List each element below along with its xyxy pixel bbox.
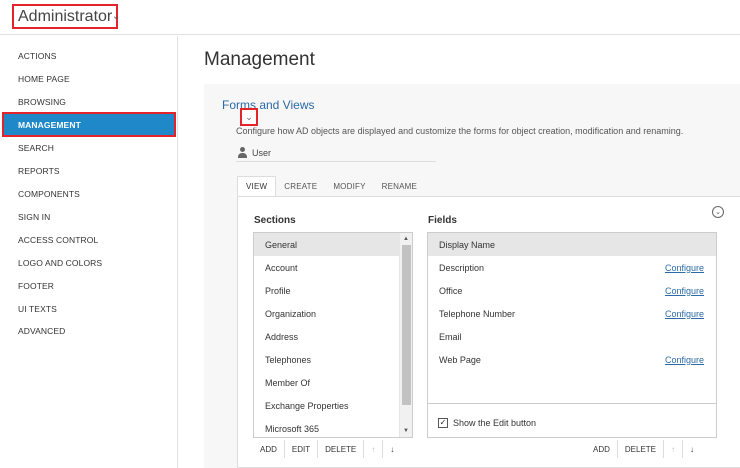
view-card: ⌄ Sections Fields General Account Profil… bbox=[237, 196, 740, 468]
field-row[interactable]: Display Name bbox=[428, 233, 716, 256]
tab-modify[interactable]: MODIFY bbox=[325, 176, 373, 196]
section-actions: ADD EDIT DELETE ↑ ↓ bbox=[253, 440, 401, 458]
move-down-icon[interactable]: ↓ bbox=[683, 440, 701, 458]
list-item[interactable]: Microsoft 365 bbox=[254, 417, 400, 437]
object-type-select[interactable]: User bbox=[236, 144, 436, 162]
list-item[interactable]: Profile bbox=[254, 279, 400, 302]
sections-list[interactable]: General Account Profile Organization Add… bbox=[253, 232, 413, 438]
field-label: Display Name bbox=[439, 239, 496, 250]
fields-heading: Fields bbox=[428, 215, 457, 226]
page-title: Management bbox=[204, 49, 315, 70]
field-label: Email bbox=[439, 331, 462, 342]
tab-view[interactable]: VIEW bbox=[237, 176, 277, 196]
field-row[interactable]: Description Configure bbox=[428, 256, 716, 279]
sidebar-item-footer[interactable]: FOOTER bbox=[0, 274, 178, 297]
configure-link[interactable]: Configure bbox=[665, 355, 704, 365]
sidebar-item-sign-in[interactable]: SIGN IN bbox=[0, 205, 178, 228]
sidebar: ACTIONS HOME PAGE BROWSING MANAGEMENT SE… bbox=[0, 36, 178, 468]
object-type-value: User bbox=[252, 148, 272, 158]
fields-list[interactable]: Display Name Description Configure Offic… bbox=[427, 232, 717, 404]
sidebar-item-browsing[interactable]: BROWSING bbox=[0, 90, 178, 113]
sidebar-item-ui-texts[interactable]: UI TEXTS bbox=[0, 297, 178, 320]
top-bar: Administrator ⌄ bbox=[0, 0, 740, 35]
sidebar-item-reports[interactable]: REPORTS bbox=[0, 159, 178, 182]
sidebar-item-search[interactable]: SEARCH bbox=[0, 136, 178, 159]
move-up-icon[interactable]: ↑ bbox=[664, 440, 684, 458]
panel-title: Forms and Views bbox=[222, 98, 315, 112]
role-label: Administrator bbox=[18, 7, 113, 25]
list-item[interactable]: Member Of bbox=[254, 371, 400, 394]
field-label: Web Page bbox=[439, 354, 481, 365]
move-up-icon[interactable]: ↑ bbox=[364, 440, 384, 458]
main-content: Management Forms and Views Configure how… bbox=[179, 36, 740, 468]
tab-rename[interactable]: RENAME bbox=[374, 176, 425, 196]
move-down-icon[interactable]: ↓ bbox=[383, 440, 401, 458]
sidebar-item-actions[interactable]: ACTIONS bbox=[0, 44, 178, 67]
sidebar-item-advanced[interactable]: ADVANCED bbox=[0, 319, 178, 342]
sidebar-item-components[interactable]: COMPONENTS bbox=[0, 182, 178, 205]
panel-description: Configure how AD objects are displayed a… bbox=[236, 126, 684, 136]
edit-section-button[interactable]: EDIT bbox=[285, 440, 319, 458]
list-item[interactable]: General bbox=[254, 233, 400, 256]
role-selector[interactable]: Administrator bbox=[12, 4, 119, 29]
tab-create[interactable]: CREATE bbox=[276, 176, 325, 196]
collapse-icon[interactable]: ⌄ bbox=[712, 206, 724, 218]
sidebar-item-management[interactable]: MANAGEMENT bbox=[2, 112, 176, 137]
list-item[interactable]: Organization bbox=[254, 302, 400, 325]
sidebar-item-logo-and-colors[interactable]: LOGO AND COLORS bbox=[0, 251, 178, 274]
scroll-up-arrow-icon[interactable]: ▲ bbox=[400, 233, 412, 245]
list-item[interactable]: Account bbox=[254, 256, 400, 279]
sidebar-item-access-control[interactable]: ACCESS CONTROL bbox=[0, 228, 178, 251]
delete-section-button[interactable]: DELETE bbox=[318, 440, 365, 458]
list-item[interactable]: Telephones bbox=[254, 348, 400, 371]
field-row[interactable]: Office Configure bbox=[428, 279, 716, 302]
configure-link[interactable]: Configure bbox=[665, 286, 704, 296]
field-row[interactable]: Telephone Number Configure bbox=[428, 302, 716, 325]
add-field-button[interactable]: ADD bbox=[586, 440, 618, 458]
object-type-dropdown-icon[interactable]: ⌄ bbox=[240, 108, 258, 126]
delete-field-button[interactable]: DELETE bbox=[618, 440, 665, 458]
field-row[interactable]: Email bbox=[428, 325, 716, 348]
sections-scrollbar[interactable]: ▲ ▼ bbox=[399, 233, 412, 437]
add-section-button[interactable]: ADD bbox=[253, 440, 285, 458]
field-label: Telephone Number bbox=[439, 308, 516, 319]
scroll-down-arrow-icon[interactable]: ▼ bbox=[400, 425, 412, 437]
configure-link[interactable]: Configure bbox=[665, 309, 704, 319]
sections-heading: Sections bbox=[254, 215, 296, 226]
edit-button-option: ✓ Show the Edit button bbox=[427, 404, 717, 438]
scrollbar-thumb[interactable] bbox=[402, 245, 411, 405]
configure-link[interactable]: Configure bbox=[665, 263, 704, 273]
field-row[interactable]: Web Page Configure bbox=[428, 348, 716, 371]
forms-and-views-panel: Forms and Views Configure how AD objects… bbox=[204, 84, 740, 468]
show-edit-button-label: Show the Edit button bbox=[453, 418, 537, 428]
list-item[interactable]: Exchange Properties bbox=[254, 394, 400, 417]
field-actions: ADD DELETE ↑ ↓ bbox=[586, 440, 701, 458]
tab-bar: VIEW CREATE MODIFY RENAME bbox=[237, 176, 425, 196]
sidebar-item-home-page[interactable]: HOME PAGE bbox=[0, 67, 178, 90]
user-icon bbox=[238, 147, 247, 158]
field-label: Office bbox=[439, 285, 463, 296]
field-label: Description bbox=[439, 262, 485, 273]
list-item[interactable]: Address bbox=[254, 325, 400, 348]
show-edit-button-checkbox[interactable]: ✓ bbox=[438, 418, 448, 428]
chevron-down-icon[interactable]: ⌄ bbox=[112, 11, 120, 22]
